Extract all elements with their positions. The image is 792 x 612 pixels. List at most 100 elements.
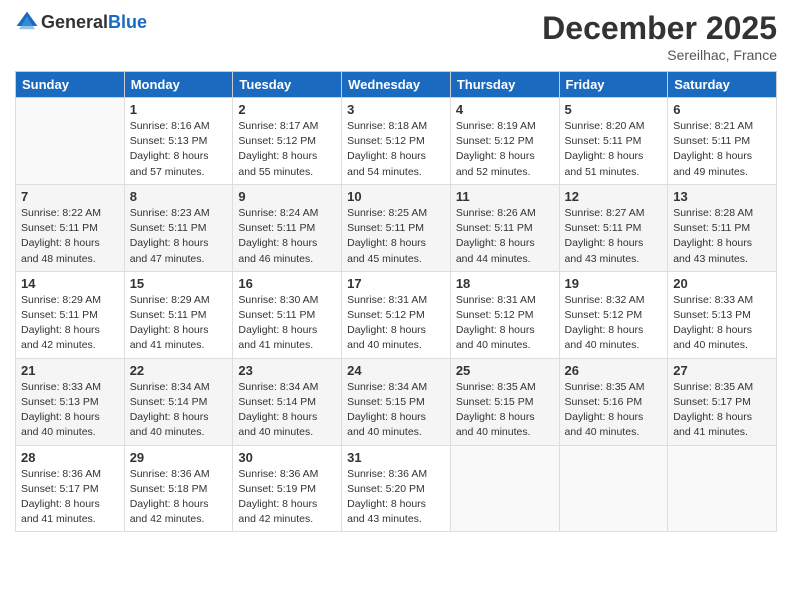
day-number: 18 xyxy=(456,276,554,291)
daylight-text: Daylight: 8 hours and 43 minutes. xyxy=(347,498,426,525)
calendar-day-cell xyxy=(559,445,668,532)
day-number: 22 xyxy=(130,363,228,378)
sunset-text: Sunset: 5:18 PM xyxy=(130,483,208,495)
day-number: 29 xyxy=(130,450,228,465)
day-info: Sunrise: 8:20 AM Sunset: 5:11 PM Dayligh… xyxy=(565,119,663,180)
day-number: 10 xyxy=(347,189,445,204)
day-info: Sunrise: 8:36 AM Sunset: 5:18 PM Dayligh… xyxy=(130,467,228,528)
calendar-day-cell: 20 Sunrise: 8:33 AM Sunset: 5:13 PM Dayl… xyxy=(668,271,777,358)
daylight-text: Daylight: 8 hours and 46 minutes. xyxy=(238,237,317,264)
daylight-text: Daylight: 8 hours and 40 minutes. xyxy=(347,324,426,351)
day-number: 15 xyxy=(130,276,228,291)
daylight-text: Daylight: 8 hours and 41 minutes. xyxy=(130,324,209,351)
calendar-day-cell: 26 Sunrise: 8:35 AM Sunset: 5:16 PM Dayl… xyxy=(559,358,668,445)
sunset-text: Sunset: 5:11 PM xyxy=(565,222,642,234)
daylight-text: Daylight: 8 hours and 41 minutes. xyxy=(21,498,100,525)
daylight-text: Daylight: 8 hours and 54 minutes. xyxy=(347,150,426,177)
sunset-text: Sunset: 5:12 PM xyxy=(456,135,534,147)
day-number: 30 xyxy=(238,450,336,465)
sunset-text: Sunset: 5:12 PM xyxy=(347,135,425,147)
day-info: Sunrise: 8:32 AM Sunset: 5:12 PM Dayligh… xyxy=(565,293,663,354)
day-number: 3 xyxy=(347,102,445,117)
day-info: Sunrise: 8:33 AM Sunset: 5:13 PM Dayligh… xyxy=(21,380,119,441)
calendar-day-cell: 1 Sunrise: 8:16 AM Sunset: 5:13 PM Dayli… xyxy=(124,98,233,185)
day-info: Sunrise: 8:19 AM Sunset: 5:12 PM Dayligh… xyxy=(456,119,554,180)
daylight-text: Daylight: 8 hours and 55 minutes. xyxy=(238,150,317,177)
sunset-text: Sunset: 5:17 PM xyxy=(673,396,751,408)
day-number: 13 xyxy=(673,189,771,204)
day-info: Sunrise: 8:31 AM Sunset: 5:12 PM Dayligh… xyxy=(456,293,554,354)
weekday-header-saturday: Saturday xyxy=(668,72,777,98)
logo-icon xyxy=(15,10,39,34)
sunset-text: Sunset: 5:11 PM xyxy=(238,309,315,321)
calendar-table: SundayMondayTuesdayWednesdayThursdayFrid… xyxy=(15,71,777,532)
day-number: 21 xyxy=(21,363,119,378)
day-info: Sunrise: 8:29 AM Sunset: 5:11 PM Dayligh… xyxy=(21,293,119,354)
sunrise-text: Sunrise: 8:34 AM xyxy=(347,381,427,393)
day-info: Sunrise: 8:36 AM Sunset: 5:19 PM Dayligh… xyxy=(238,467,336,528)
day-info: Sunrise: 8:23 AM Sunset: 5:11 PM Dayligh… xyxy=(130,206,228,267)
calendar-day-cell xyxy=(450,445,559,532)
calendar-week-row: 7 Sunrise: 8:22 AM Sunset: 5:11 PM Dayli… xyxy=(16,184,777,271)
sunset-text: Sunset: 5:11 PM xyxy=(565,135,642,147)
day-number: 4 xyxy=(456,102,554,117)
sunrise-text: Sunrise: 8:33 AM xyxy=(673,294,753,306)
sunset-text: Sunset: 5:12 PM xyxy=(565,309,643,321)
sunset-text: Sunset: 5:11 PM xyxy=(21,309,98,321)
day-info: Sunrise: 8:17 AM Sunset: 5:12 PM Dayligh… xyxy=(238,119,336,180)
sunset-text: Sunset: 5:17 PM xyxy=(21,483,99,495)
sunset-text: Sunset: 5:12 PM xyxy=(238,135,316,147)
day-number: 7 xyxy=(21,189,119,204)
sunset-text: Sunset: 5:14 PM xyxy=(130,396,208,408)
calendar-day-cell: 14 Sunrise: 8:29 AM Sunset: 5:11 PM Dayl… xyxy=(16,271,125,358)
day-info: Sunrise: 8:34 AM Sunset: 5:14 PM Dayligh… xyxy=(238,380,336,441)
day-info: Sunrise: 8:35 AM Sunset: 5:16 PM Dayligh… xyxy=(565,380,663,441)
daylight-text: Daylight: 8 hours and 43 minutes. xyxy=(673,237,752,264)
sunset-text: Sunset: 5:11 PM xyxy=(130,309,207,321)
calendar-day-cell: 2 Sunrise: 8:17 AM Sunset: 5:12 PM Dayli… xyxy=(233,98,342,185)
sunrise-text: Sunrise: 8:34 AM xyxy=(130,381,210,393)
day-info: Sunrise: 8:29 AM Sunset: 5:11 PM Dayligh… xyxy=(130,293,228,354)
calendar-week-row: 14 Sunrise: 8:29 AM Sunset: 5:11 PM Dayl… xyxy=(16,271,777,358)
page-container: GeneralBlue December 2025 Sereilhac, Fra… xyxy=(0,0,792,612)
daylight-text: Daylight: 8 hours and 42 minutes. xyxy=(130,498,209,525)
day-info: Sunrise: 8:34 AM Sunset: 5:15 PM Dayligh… xyxy=(347,380,445,441)
daylight-text: Daylight: 8 hours and 40 minutes. xyxy=(21,411,100,438)
calendar-header-row: SundayMondayTuesdayWednesdayThursdayFrid… xyxy=(16,72,777,98)
day-number: 26 xyxy=(565,363,663,378)
day-info: Sunrise: 8:28 AM Sunset: 5:11 PM Dayligh… xyxy=(673,206,771,267)
calendar-day-cell: 22 Sunrise: 8:34 AM Sunset: 5:14 PM Dayl… xyxy=(124,358,233,445)
day-info: Sunrise: 8:35 AM Sunset: 5:17 PM Dayligh… xyxy=(673,380,771,441)
sunset-text: Sunset: 5:11 PM xyxy=(130,222,207,234)
calendar-day-cell: 19 Sunrise: 8:32 AM Sunset: 5:12 PM Dayl… xyxy=(559,271,668,358)
calendar-day-cell: 30 Sunrise: 8:36 AM Sunset: 5:19 PM Dayl… xyxy=(233,445,342,532)
weekday-header-tuesday: Tuesday xyxy=(233,72,342,98)
sunrise-text: Sunrise: 8:21 AM xyxy=(673,120,753,132)
sunset-text: Sunset: 5:16 PM xyxy=(565,396,643,408)
day-info: Sunrise: 8:31 AM Sunset: 5:12 PM Dayligh… xyxy=(347,293,445,354)
day-info: Sunrise: 8:33 AM Sunset: 5:13 PM Dayligh… xyxy=(673,293,771,354)
weekday-header-wednesday: Wednesday xyxy=(342,72,451,98)
daylight-text: Daylight: 8 hours and 47 minutes. xyxy=(130,237,209,264)
calendar-day-cell: 21 Sunrise: 8:33 AM Sunset: 5:13 PM Dayl… xyxy=(16,358,125,445)
day-info: Sunrise: 8:30 AM Sunset: 5:11 PM Dayligh… xyxy=(238,293,336,354)
sunset-text: Sunset: 5:13 PM xyxy=(130,135,208,147)
daylight-text: Daylight: 8 hours and 40 minutes. xyxy=(456,324,535,351)
day-info: Sunrise: 8:16 AM Sunset: 5:13 PM Dayligh… xyxy=(130,119,228,180)
day-number: 9 xyxy=(238,189,336,204)
weekday-header-sunday: Sunday xyxy=(16,72,125,98)
weekday-header-friday: Friday xyxy=(559,72,668,98)
sunset-text: Sunset: 5:20 PM xyxy=(347,483,425,495)
sunrise-text: Sunrise: 8:35 AM xyxy=(565,381,645,393)
sunrise-text: Sunrise: 8:17 AM xyxy=(238,120,318,132)
day-number: 2 xyxy=(238,102,336,117)
calendar-week-row: 21 Sunrise: 8:33 AM Sunset: 5:13 PM Dayl… xyxy=(16,358,777,445)
day-info: Sunrise: 8:27 AM Sunset: 5:11 PM Dayligh… xyxy=(565,206,663,267)
sunrise-text: Sunrise: 8:36 AM xyxy=(347,468,427,480)
calendar-day-cell: 4 Sunrise: 8:19 AM Sunset: 5:12 PM Dayli… xyxy=(450,98,559,185)
calendar-day-cell: 8 Sunrise: 8:23 AM Sunset: 5:11 PM Dayli… xyxy=(124,184,233,271)
calendar-day-cell: 12 Sunrise: 8:27 AM Sunset: 5:11 PM Dayl… xyxy=(559,184,668,271)
day-info: Sunrise: 8:25 AM Sunset: 5:11 PM Dayligh… xyxy=(347,206,445,267)
day-info: Sunrise: 8:34 AM Sunset: 5:14 PM Dayligh… xyxy=(130,380,228,441)
location: Sereilhac, France xyxy=(542,47,777,63)
